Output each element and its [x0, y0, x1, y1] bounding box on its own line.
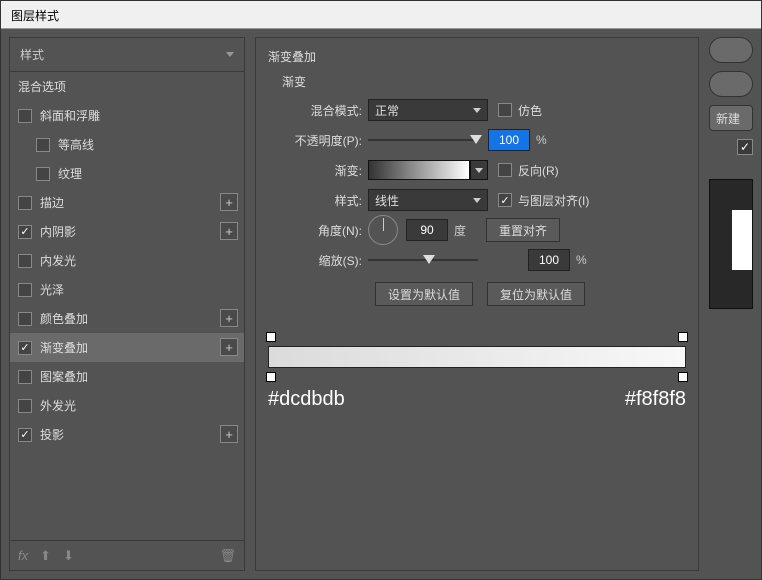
styles-panel: 样式 混合选项 斜面和浮雕 等高线 纹理 描边 + 内阴影 + 内发光 光泽 颜色叠…: [9, 37, 245, 571]
cancel-button[interactable]: [709, 71, 753, 97]
opacity-label: 不透明度(P):: [282, 132, 368, 149]
align-checkbox[interactable]: [498, 193, 512, 207]
blend-options-row[interactable]: 混合选项: [10, 72, 244, 101]
style-label: 图案叠加: [40, 368, 88, 385]
style-item-satin[interactable]: 光泽: [10, 275, 244, 304]
dither-checkbox[interactable]: [498, 103, 512, 117]
color-stop-right[interactable]: [678, 372, 688, 382]
opacity-stop-left[interactable]: [266, 332, 276, 342]
scale-suffix: %: [576, 253, 587, 267]
checkbox[interactable]: [18, 341, 32, 355]
checkbox[interactable]: [18, 196, 32, 210]
angle-dial[interactable]: [368, 215, 398, 245]
blend-mode-label: 混合模式:: [282, 102, 368, 119]
angle-input[interactable]: [406, 219, 448, 241]
checkbox[interactable]: [18, 312, 32, 326]
style-item-drop-shadow[interactable]: 投影 +: [10, 420, 244, 449]
add-icon[interactable]: +: [220, 193, 238, 211]
gradient-overlay-panel: 渐变叠加 渐变 混合模式: 正常 仿色 不透明度(P): % 渐变:: [255, 37, 699, 571]
style-label: 纹理: [58, 165, 82, 182]
style-item-gradient-overlay[interactable]: 渐变叠加 +: [10, 333, 244, 362]
arrow-down-icon[interactable]: ⬇: [63, 548, 74, 564]
style-item-inner-glow[interactable]: 内发光: [10, 246, 244, 275]
right-buttons: 新建: [709, 37, 753, 571]
styles-header: 样式: [10, 38, 244, 72]
style-label: 等高线: [58, 136, 94, 153]
gradient-swatch-label: 渐变:: [282, 162, 368, 179]
checkbox[interactable]: [18, 225, 32, 239]
checkbox[interactable]: [18, 109, 32, 123]
section-label: 渐变: [282, 73, 678, 90]
style-label: 光泽: [40, 281, 64, 298]
reverse-checkbox[interactable]: [498, 163, 512, 177]
ok-button[interactable]: [709, 37, 753, 63]
style-item-texture[interactable]: 纹理: [10, 159, 244, 188]
style-item-bevel[interactable]: 斜面和浮雕: [10, 101, 244, 130]
checkbox[interactable]: [36, 167, 50, 181]
styles-footer: fx ⬆ ⬇ 🗑: [10, 540, 244, 570]
add-icon[interactable]: +: [220, 425, 238, 443]
chevron-down-icon[interactable]: [226, 52, 234, 57]
preview-checkbox[interactable]: [737, 139, 753, 155]
style-label: 颜色叠加: [40, 310, 88, 327]
fx-label[interactable]: fx: [18, 548, 28, 563]
angle-suffix: 度: [454, 222, 466, 239]
scale-input[interactable]: [528, 249, 570, 271]
scale-slider[interactable]: [368, 249, 478, 271]
reset-default-button[interactable]: 复位为默认值: [487, 282, 585, 306]
set-default-button[interactable]: 设置为默认值: [375, 282, 473, 306]
gradient-swatch[interactable]: [368, 160, 470, 180]
style-item-color-overlay[interactable]: 颜色叠加 +: [10, 304, 244, 333]
dither-label: 仿色: [518, 102, 542, 119]
opacity-input[interactable]: [488, 129, 530, 151]
scale-label: 缩放(S):: [282, 252, 368, 269]
style-label: 样式:: [282, 192, 368, 209]
panel-title: 渐变叠加: [268, 48, 686, 65]
trash-icon[interactable]: 🗑: [219, 548, 236, 564]
opacity-suffix: %: [536, 133, 547, 147]
blend-mode-select[interactable]: 正常: [368, 99, 488, 121]
style-item-stroke[interactable]: 描边 +: [10, 188, 244, 217]
style-label: 投影: [40, 426, 64, 443]
gradient-swatch-dropdown[interactable]: [470, 160, 488, 180]
add-icon[interactable]: +: [220, 338, 238, 356]
reset-align-button[interactable]: 重置对齐: [486, 218, 560, 242]
style-label: 斜面和浮雕: [40, 107, 100, 124]
hex-right-label: #f8f8f8: [625, 388, 686, 411]
style-label: 描边: [40, 194, 64, 211]
reverse-label: 反向(R): [518, 162, 559, 179]
align-label: 与图层对齐(I): [518, 192, 589, 209]
style-item-outer-glow[interactable]: 外发光: [10, 391, 244, 420]
gradient-preview[interactable]: [268, 346, 686, 368]
window-title: 图层样式: [1, 1, 761, 29]
color-stop-left[interactable]: [266, 372, 276, 382]
style-label: 外发光: [40, 397, 76, 414]
style-label: 渐变叠加: [40, 339, 88, 356]
gradient-bar[interactable]: [268, 346, 686, 368]
checkbox[interactable]: [36, 138, 50, 152]
add-icon[interactable]: +: [220, 222, 238, 240]
style-select[interactable]: 线性: [368, 189, 488, 211]
opacity-stop-right[interactable]: [678, 332, 688, 342]
opacity-slider[interactable]: [368, 129, 478, 151]
checkbox[interactable]: [18, 254, 32, 268]
preview-thumbnail: [709, 179, 753, 309]
new-style-button[interactable]: 新建: [709, 105, 753, 131]
blend-options-label: 混合选项: [18, 78, 66, 95]
style-item-pattern-overlay[interactable]: 图案叠加: [10, 362, 244, 391]
checkbox[interactable]: [18, 428, 32, 442]
add-icon[interactable]: +: [220, 309, 238, 327]
style-label: 内阴影: [40, 223, 76, 240]
angle-label: 角度(N):: [282, 222, 368, 239]
checkbox[interactable]: [18, 370, 32, 384]
styles-list: 斜面和浮雕 等高线 纹理 描边 + 内阴影 + 内发光 光泽 颜色叠加 + 渐变叠加 +…: [10, 101, 244, 540]
hex-left-label: #dcdbdb: [268, 388, 345, 411]
style-item-inner-shadow[interactable]: 内阴影 +: [10, 217, 244, 246]
checkbox[interactable]: [18, 399, 32, 413]
style-label: 内发光: [40, 252, 76, 269]
style-item-contour[interactable]: 等高线: [10, 130, 244, 159]
arrow-up-icon[interactable]: ⬆: [40, 548, 51, 564]
checkbox[interactable]: [18, 283, 32, 297]
styles-header-label: 样式: [20, 46, 44, 63]
